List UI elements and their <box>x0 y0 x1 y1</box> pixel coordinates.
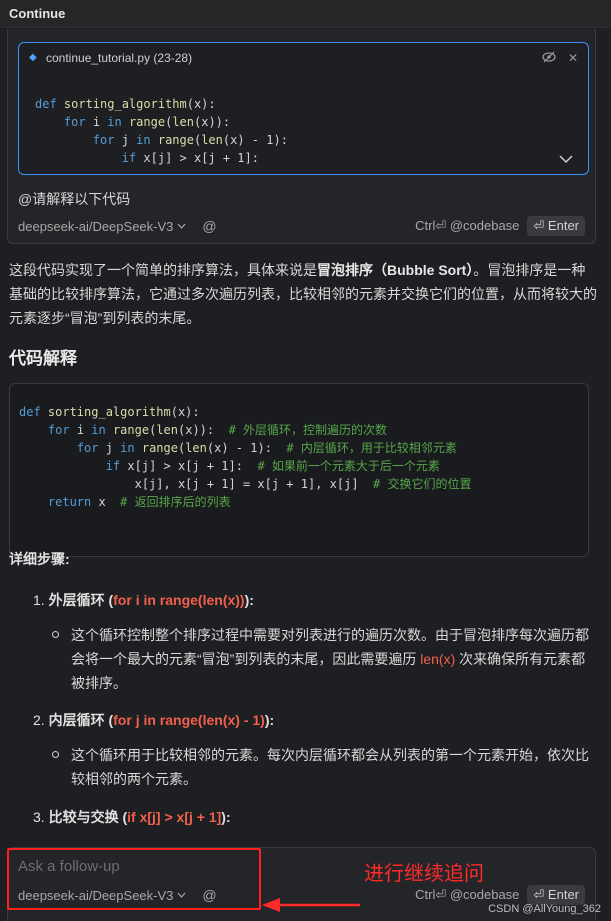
enter-button[interactable]: ⏎ Enter <box>527 216 585 236</box>
code-line: if x[j] > x[j + 1]: # 如果前一个元素大于后一个元素 <box>105 459 440 473</box>
detail-text: 这个循环用于比较相邻的元素。每次内层循环都会从列表的第一个元素开始，依次比较相邻… <box>71 747 589 787</box>
hide-icon[interactable] <box>542 51 556 66</box>
steps-title: 详细步骤: <box>9 551 70 567</box>
context-code: def sorting_algorithm(x): for i in range… <box>35 95 288 167</box>
code-block[interactable]: def sorting_algorithm(x): for i in range… <box>9 383 589 557</box>
intro-text: 这段代码实现了一个简单的排序算法，具体来说是 <box>9 262 317 278</box>
section-heading: 代码解释 <box>9 349 77 368</box>
step-number: 2. <box>33 712 45 728</box>
code-line: for j in range(len(x) - 1): <box>92 133 288 147</box>
response-intro: 这段代码实现了一个简单的排序算法，具体来说是冒泡排序（Bubble Sort）。… <box>9 258 597 330</box>
annotation-highlight-box <box>7 848 261 910</box>
message-input-box[interactable]: ◆ continue_tutorial.py (23-28) ✕ def sor… <box>7 29 596 244</box>
intro-bold: 冒泡排序（Bubble Sort） <box>317 262 474 278</box>
code-line: for j in range(len(x) - 1): # 内层循环，用于比较相… <box>76 441 457 455</box>
list-item: 3. 比较与交换 (if x[j] > x[j + 1]): <box>33 809 231 825</box>
question-text: @请解释以下代码 <box>18 191 131 207</box>
response-code: def sorting_algorithm(x): for i in range… <box>19 403 471 511</box>
code-line: for i in range(len(x)): <box>63 115 231 129</box>
model-selector[interactable]: deepseek-ai/DeepSeek-V3 <box>18 219 186 234</box>
step-number: 1. <box>33 592 45 608</box>
file-type-icon: ◆ <box>29 52 37 63</box>
step-number: 3. <box>33 809 45 825</box>
annotation-label: 进行继续追问 <box>364 863 484 885</box>
list-item-detail: 这个循环控制整个排序过程中需要对列表进行的遍历次数。由于冒泡排序每次遍历都会将一… <box>52 623 591 695</box>
chevron-down-icon <box>177 223 186 229</box>
code-line: x[j], x[j + 1] = x[j + 1], x[j] # 交换它们的位… <box>134 477 472 491</box>
step-label: 比较与交换 <box>48 809 119 825</box>
input-toolbar: deepseek-ai/DeepSeek-V3 @ Ctrl⏎ @codebas… <box>18 215 585 237</box>
code-line: def sorting_algorithm(x): <box>35 97 216 111</box>
step-label: 内层循环 <box>48 712 105 728</box>
inline-code: len(x) <box>420 651 456 667</box>
codebase-shortcut[interactable]: Ctrl⏎ @codebase <box>415 887 519 903</box>
codebase-shortcut[interactable]: Ctrl⏎ @codebase <box>415 218 519 234</box>
window-title: Continue <box>0 0 611 28</box>
list-item: 2. 内层循环 (for j in range(len(x) - 1)): <box>33 712 275 728</box>
enter-button[interactable]: ⏎ Enter <box>527 885 585 905</box>
step-code: for j in range(len(x) - 1) <box>113 712 265 728</box>
chat-scroll-area[interactable]: ◆ continue_tutorial.py (23-28) ✕ def sor… <box>0 29 611 921</box>
list-item-detail: 这个循环用于比较相邻的元素。每次内层循环都会从列表的第一个元素开始，依次比较相邻… <box>52 743 591 791</box>
step-code: for i in range(len(x)) <box>113 592 245 608</box>
context-file-label: continue_tutorial.py (23-28) <box>46 51 193 65</box>
mention-button[interactable]: @ <box>202 218 216 234</box>
model-label: deepseek-ai/DeepSeek-V3 <box>18 218 174 234</box>
close-icon[interactable]: ✕ <box>568 51 578 66</box>
code-context-card[interactable]: ◆ continue_tutorial.py (23-28) ✕ def sor… <box>18 42 589 175</box>
chevron-down-icon[interactable] <box>558 154 574 164</box>
annotation-arrow-icon <box>262 898 360 912</box>
step-code: if x[j] > x[j + 1] <box>127 809 222 825</box>
code-line: return x # 返回排序后的列表 <box>47 495 231 509</box>
list-item: 1. 外层循环 (for i in range(len(x))): <box>33 592 254 608</box>
bullet-icon <box>52 751 59 758</box>
bullet-icon <box>52 631 59 638</box>
code-line: if x[j] > x[j + 1]: <box>121 151 259 165</box>
watermark: CSDN @AllYoung_362 <box>488 903 601 915</box>
code-line: for i in range(len(x)): # 外层循环，控制遍历的次数 <box>47 423 388 437</box>
step-label: 外层循环 <box>48 592 105 608</box>
code-line: def sorting_algorithm(x): <box>19 405 200 419</box>
